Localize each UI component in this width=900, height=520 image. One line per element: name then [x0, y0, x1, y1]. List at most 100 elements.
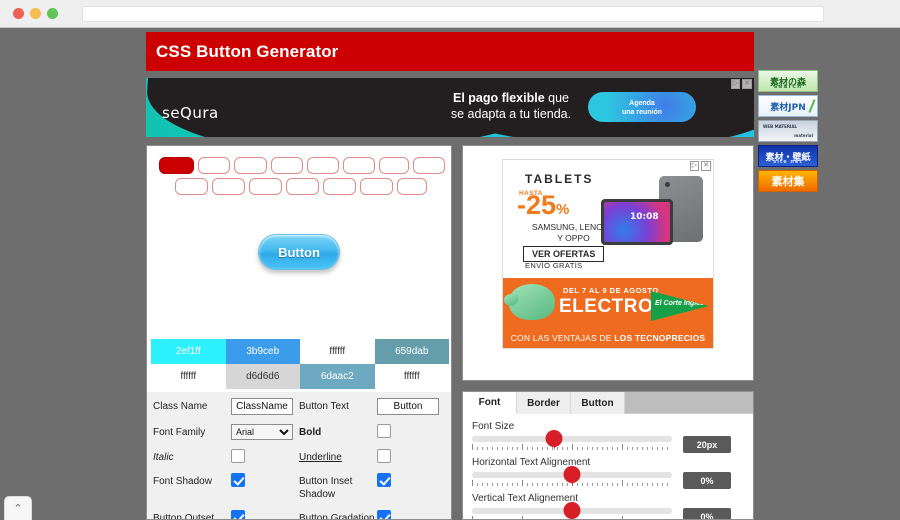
tablets-ad-top: ▷ ✕ TABLETS HASTA -25% SAMSUNG, LENOVO Y…: [503, 160, 713, 272]
form-row-3: Italic Underline: [153, 449, 445, 464]
window-traffic-lights: [13, 8, 58, 19]
font-shadow-checkbox[interactable]: [231, 473, 245, 487]
adchoices-icon[interactable]: ▷: [730, 79, 741, 89]
el-corte-ingles-label: El Corte Inglés: [655, 300, 705, 307]
font-family-field-group: Font Family Arial: [153, 424, 299, 440]
template-swatch[interactable]: [379, 157, 409, 174]
template-swatch-grid: [159, 157, 445, 199]
adchoices-icon[interactable]: ▷: [689, 161, 700, 171]
template-swatch[interactable]: [323, 178, 356, 195]
vertical-text-alignment-slider[interactable]: [472, 502, 672, 519]
underline-checkbox[interactable]: [377, 449, 391, 463]
banner-link-sozai-shu[interactable]: 素材集: [758, 170, 818, 192]
bold-label: Bold: [299, 427, 322, 438]
banner-link-label: 素材JPN: [770, 102, 806, 113]
right-ad-adchoices: ▷ ✕: [689, 161, 711, 171]
font-size-label: Font Size: [472, 421, 515, 432]
template-swatch[interactable]: [360, 178, 393, 195]
template-swatch[interactable]: [175, 178, 208, 195]
template-swatch[interactable]: [397, 178, 427, 195]
ad-discount: -25%: [517, 192, 569, 223]
template-swatch[interactable]: [412, 157, 445, 174]
top-banner-ad[interactable]: seQura El pago flexible que se adapta a …: [146, 78, 754, 137]
color-swatch[interactable]: ffffff: [300, 339, 375, 364]
bold-checkbox[interactable]: [377, 424, 391, 438]
ad-cta-button[interactable]: VER OFERTAS: [523, 246, 605, 262]
italic-field-group: Italic: [153, 449, 299, 464]
piggy-bank-icon: [504, 284, 555, 320]
slider-list: Font Size 20px Horizontal Text Alignemen…: [463, 414, 753, 519]
ad-discount-percent: %: [556, 201, 570, 218]
font-shadow-label: Font Shadow: [153, 476, 212, 487]
horizontal-text-alignment-slider[interactable]: [472, 466, 672, 486]
slider-knob[interactable]: [545, 430, 563, 450]
template-swatch[interactable]: [212, 178, 245, 195]
close-window-button[interactable]: [13, 8, 24, 19]
top-ad-headline-bold: El pago flexible: [452, 91, 545, 105]
color-swatch[interactable]: d6d6d6: [225, 364, 300, 389]
class-name-input[interactable]: [231, 398, 293, 415]
minimize-window-button[interactable]: [30, 8, 41, 19]
button-gradation-field-group: Button Gradation: [299, 510, 445, 519]
color-swatch[interactable]: 659dab: [374, 339, 449, 364]
horizontal-text-alignment-slider-group: Horizontal Text Alignement 0%: [472, 457, 744, 489]
banner-link-web-material[interactable]: WEB MATERIAL material: [758, 120, 818, 142]
slider-track[interactable]: [472, 436, 672, 442]
top-ad-cta-button[interactable]: Agenda una reunión: [588, 92, 696, 122]
template-swatch[interactable]: [270, 157, 303, 174]
vertical-text-alignment-label: Vertical Text Alignement: [472, 493, 578, 504]
tab-button[interactable]: Button: [571, 392, 625, 414]
button-outset-shadow-checkbox[interactable]: [231, 510, 245, 519]
font-size-slider[interactable]: [472, 430, 672, 450]
preview-button[interactable]: Button: [258, 234, 340, 270]
template-swatch[interactable]: [286, 178, 319, 195]
slider-knob[interactable]: [563, 502, 581, 519]
form-row-4: Font Shadow Button Inset Shadow: [153, 473, 445, 501]
template-swatch-selected[interactable]: [159, 157, 195, 174]
tab-border[interactable]: Border: [517, 392, 571, 414]
font-shadow-field-group: Font Shadow: [153, 473, 299, 488]
vertical-text-alignment-slider-row: 0%: [472, 502, 744, 519]
button-options-form: Class Name Button Text Font Family Arial…: [147, 392, 451, 519]
button-preview-area: Button: [147, 218, 451, 286]
settings-tabs: Font Border Button: [463, 392, 753, 414]
button-inset-shadow-field-group: Button Inset Shadow: [299, 473, 445, 501]
banner-link-sozai-jpn[interactable]: 素材JPN: [758, 95, 818, 117]
font-size-value: 20px: [683, 436, 731, 453]
address-bar[interactable]: [82, 5, 824, 22]
sequra-logo: seQura: [162, 104, 219, 122]
button-text-input[interactable]: [377, 398, 439, 415]
scroll-to-top-button[interactable]: ⌃: [4, 496, 32, 520]
color-swatch[interactable]: 6daac2: [300, 364, 375, 389]
banner-link-sub: site net: [773, 159, 803, 165]
color-swatch[interactable]: 3b9ceb: [225, 339, 300, 364]
italic-checkbox[interactable]: [231, 449, 245, 463]
vertical-text-alignment-value: 0%: [683, 508, 731, 519]
button-inset-shadow-label: Button Inset Shadow: [299, 476, 353, 500]
maximize-window-button[interactable]: [47, 8, 58, 19]
color-swatch[interactable]: ffffff: [374, 364, 449, 389]
tablets-ad[interactable]: ▷ ✕ TABLETS HASTA -25% SAMSUNG, LENOVO Y…: [502, 159, 714, 349]
font-family-select[interactable]: Arial: [231, 424, 293, 440]
banner-link-sozai-no-mori[interactable]: 素材の森 search: [758, 70, 818, 92]
banner-link-sub: search: [773, 83, 803, 90]
ad-tablets-heading: TABLETS: [525, 172, 594, 186]
template-swatch[interactable]: [306, 157, 340, 174]
button-gradation-checkbox[interactable]: [377, 510, 391, 519]
template-swatch[interactable]: [234, 157, 267, 174]
close-icon[interactable]: ✕: [701, 161, 711, 171]
form-row-5: Button Outset Shadow Button Gradation: [153, 510, 445, 519]
banner-link-sozai-kabegami[interactable]: 素材・壁紙 site net: [758, 145, 818, 167]
button-inset-shadow-checkbox[interactable]: [377, 473, 391, 487]
color-swatch[interactable]: 2ef1ff: [151, 339, 226, 364]
promo-tagline-plain: CON LAS VENTAJAS DE: [510, 333, 615, 343]
template-swatch[interactable]: [343, 157, 376, 174]
top-ad-cta-line1: Agenda: [629, 100, 655, 107]
template-swatch[interactable]: [249, 178, 282, 195]
slider-knob[interactable]: [563, 466, 581, 486]
tab-font[interactable]: Font: [463, 392, 517, 414]
template-swatch[interactable]: [198, 157, 231, 174]
close-icon[interactable]: ✕: [742, 79, 752, 89]
color-swatch[interactable]: ffffff: [151, 364, 226, 389]
top-ad-cta-line2: una reunión: [621, 109, 663, 116]
